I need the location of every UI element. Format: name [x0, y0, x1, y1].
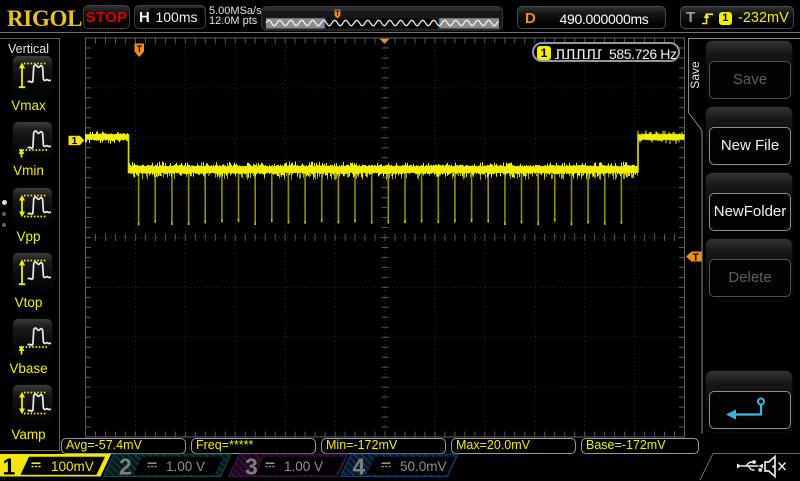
svg-text:T: T: [137, 44, 143, 54]
svg-text:100mV: 100mV: [51, 459, 94, 474]
svg-text:1.00 V: 1.00 V: [166, 459, 205, 474]
svg-text:3: 3: [245, 454, 258, 480]
svg-text:1: 1: [3, 454, 16, 480]
svg-text:T: T: [335, 11, 340, 18]
svg-text:2: 2: [119, 454, 132, 480]
svg-text:1: 1: [72, 135, 78, 147]
svg-text:50.0mV: 50.0mV: [400, 459, 447, 474]
svg-text:1.00 V: 1.00 V: [284, 459, 323, 474]
svg-text:4: 4: [353, 454, 366, 480]
